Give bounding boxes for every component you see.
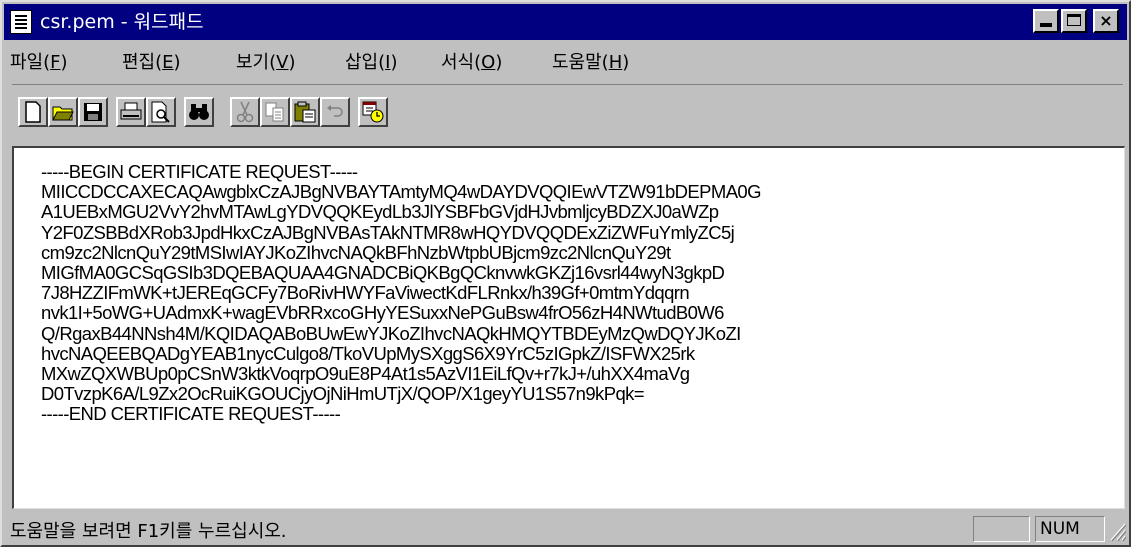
paste-button[interactable] — [290, 97, 320, 127]
copy-icon — [265, 102, 284, 122]
status-panel-blank — [973, 516, 1030, 542]
copy-button[interactable] — [260, 97, 290, 127]
menu-view[interactable]: 보기(V) — [236, 48, 296, 74]
save-disk-icon — [84, 103, 102, 121]
insert-datetime-icon — [362, 101, 384, 123]
maximize-button[interactable] — [1061, 9, 1087, 33]
insert-datetime-button[interactable] — [358, 97, 388, 127]
new-button[interactable] — [18, 97, 48, 127]
open-folder-icon — [52, 106, 74, 121]
print-preview-icon — [151, 101, 170, 123]
print-preview-button[interactable] — [146, 97, 176, 127]
title-bar[interactable]: csr.pem - 워드패드 × — [4, 4, 1127, 40]
document-area[interactable]: -----BEGIN CERTIFICATE REQUEST----- MIIC… — [12, 146, 1125, 509]
resize-grip-icon[interactable] — [1106, 518, 1126, 542]
new-document-icon — [25, 101, 41, 123]
menu-edit[interactable]: 편집(E) — [122, 48, 181, 74]
wordpad-app-icon[interactable] — [10, 10, 32, 34]
status-bar: 도움말을 보려면 F1키를 누르십시오. NUM — [4, 512, 1127, 545]
toolbar — [12, 84, 1123, 141]
cut-scissors-icon — [236, 101, 254, 123]
menu-insert[interactable]: 삽입(I) — [345, 48, 398, 74]
menu-format[interactable]: 서식(O) — [441, 48, 502, 74]
find-button[interactable] — [184, 97, 214, 127]
close-button[interactable]: × — [1093, 9, 1119, 33]
minimize-button[interactable] — [1033, 9, 1059, 33]
paste-clipboard-icon — [294, 101, 316, 123]
menu-bar: 파일(F) 편집(E) 보기(V) 삽입(I) 서식(O) 도움말(H) — [4, 42, 1127, 76]
print-button[interactable] — [116, 97, 146, 127]
menu-help[interactable]: 도움말(H) — [552, 48, 629, 74]
wordpad-window: csr.pem - 워드패드 × 파일(F) 편집(E) 보기(V) 삽입(I)… — [0, 0, 1131, 547]
undo-icon — [327, 105, 343, 117]
find-binoculars-icon — [189, 104, 209, 120]
maximize-icon — [1067, 14, 1081, 26]
cut-button[interactable] — [230, 97, 260, 127]
undo-button[interactable] — [320, 97, 350, 127]
menu-file[interactable]: 파일(F) — [10, 48, 68, 74]
status-message: 도움말을 보려면 F1키를 누르십시오. — [10, 521, 287, 542]
close-icon: × — [1099, 11, 1113, 30]
document-text[interactable]: -----BEGIN CERTIFICATE REQUEST----- MIIC… — [41, 161, 762, 425]
minimize-icon — [1040, 23, 1052, 27]
open-button[interactable] — [48, 97, 78, 127]
print-icon — [120, 102, 142, 120]
window-title: csr.pem - 워드패드 — [40, 11, 204, 33]
num-lock-indicator: NUM — [1035, 516, 1105, 542]
save-button[interactable] — [78, 97, 108, 127]
